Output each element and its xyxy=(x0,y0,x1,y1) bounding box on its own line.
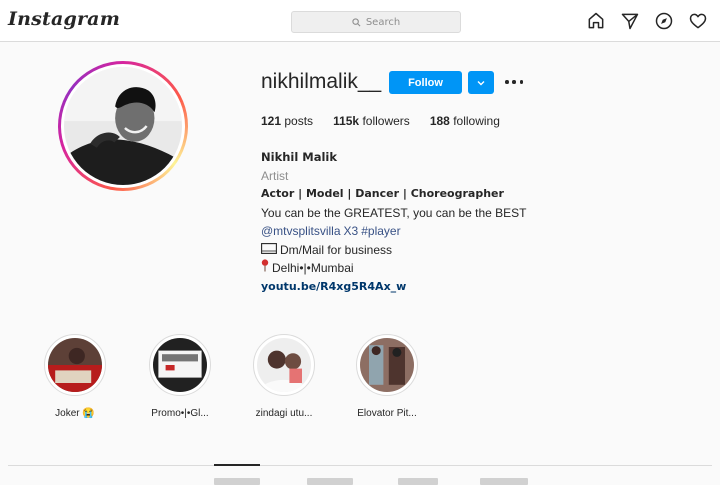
tab-posts[interactable] xyxy=(214,478,260,485)
tab-tagged[interactable] xyxy=(480,478,528,485)
envelope-icon xyxy=(261,241,277,260)
mention-link[interactable]: @mtvsplitsvilla xyxy=(261,222,341,241)
hashtag-link[interactable]: #player xyxy=(361,222,400,241)
highlight-cover xyxy=(253,334,315,396)
more-dot-icon xyxy=(512,80,516,84)
profile-tagline: You can be the GREATEST, you can be the … xyxy=(261,205,527,220)
followers-link[interactable]: 115k followers xyxy=(333,114,410,128)
more-dot-icon xyxy=(519,80,523,84)
home-icon[interactable] xyxy=(586,11,606,31)
website-link[interactable]: youtu.be/R4xg5R4Ax_w xyxy=(261,278,527,297)
tab-reels[interactable] xyxy=(307,478,353,485)
location-text: Delhi•|•Mumbai xyxy=(272,261,354,275)
nav-icon-group xyxy=(586,11,708,31)
highlight-label: Joker 😭 xyxy=(55,408,95,419)
following-link[interactable]: 188 following xyxy=(430,114,500,128)
highlight-item[interactable]: Joker 😭 xyxy=(30,334,120,419)
highlight-item[interactable]: zindagi utu... xyxy=(239,334,329,419)
more-options-button[interactable] xyxy=(503,74,525,90)
search-placeholder: Search xyxy=(365,16,401,28)
search-input[interactable]: Search xyxy=(291,11,461,33)
suggested-accounts-dropdown-button[interactable] xyxy=(468,71,494,94)
contact-text: Dm/Mail for business xyxy=(280,242,393,257)
chevron-down-icon xyxy=(477,80,485,85)
more-dot-icon xyxy=(505,80,509,84)
tabs-divider xyxy=(8,465,712,466)
direct-icon[interactable] xyxy=(620,11,640,31)
avatar-photo xyxy=(64,67,182,185)
follow-button[interactable]: Follow xyxy=(389,71,462,94)
top-nav-bar: Instagram Search xyxy=(0,0,720,42)
profile-username: nikhilmalik__ xyxy=(261,70,382,93)
posts-count: 121 posts xyxy=(261,114,314,128)
mention-suffix: X3 xyxy=(343,224,359,238)
bio-mention-line: @mtvsplitsvilla X3 #player xyxy=(261,222,527,241)
highlight-cover xyxy=(44,334,106,396)
tab-videos[interactable] xyxy=(398,478,438,485)
story-highlights: Joker 😭 Promo•|•Gl... zindagi utu... Elo… xyxy=(30,334,450,429)
pushpin-icon xyxy=(261,259,269,278)
activity-icon[interactable] xyxy=(688,11,708,31)
profile-avatar[interactable] xyxy=(58,61,188,191)
highlight-cover xyxy=(356,334,418,396)
highlight-label: Elovator Pit... xyxy=(357,408,417,419)
highlight-item[interactable]: Elovator Pit... xyxy=(342,334,432,419)
profile-category: Artist xyxy=(261,168,289,183)
highlight-label: Promo•|•Gl... xyxy=(151,408,209,419)
bio-location-line: Delhi•|•Mumbai xyxy=(261,259,527,278)
profile-full-name: Nikhil Malik xyxy=(261,150,338,164)
instagram-logo[interactable]: Instagram xyxy=(8,8,120,30)
profile-stats: 121 posts 115k followers 188 following xyxy=(261,114,520,128)
profile-roles: Actor | Model | Dancer | Choreographer xyxy=(261,187,504,200)
profile-bio: Nikhil Malik Artist Actor | Model | Danc… xyxy=(261,148,527,296)
explore-icon[interactable] xyxy=(654,11,674,31)
highlight-item[interactable]: Promo•|•Gl... xyxy=(135,334,225,419)
bio-contact-line: Dm/Mail for business xyxy=(261,241,527,260)
tab-posts-active-indicator xyxy=(214,464,260,466)
search-icon xyxy=(352,17,361,26)
highlight-label: zindagi utu... xyxy=(255,408,313,419)
highlight-cover xyxy=(149,334,211,396)
